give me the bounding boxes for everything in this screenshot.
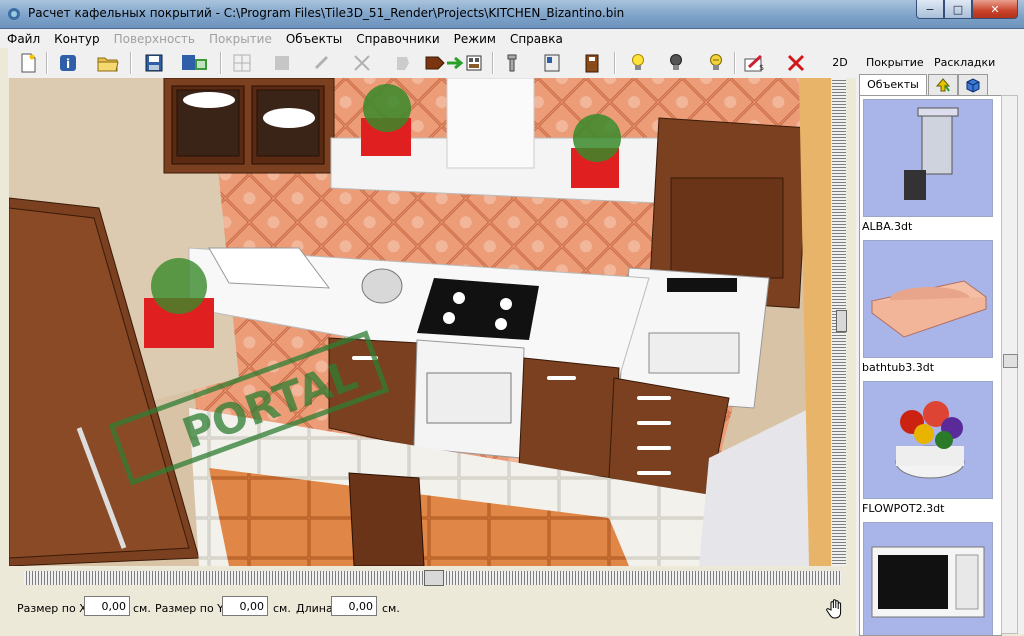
kitchen-render: PORTAL ™ [9, 78, 831, 566]
tile-layout-icon [270, 51, 294, 75]
hand-pan-icon[interactable] [826, 598, 846, 620]
minimize-button[interactable]: − [916, 0, 944, 19]
cabinet-object-icon[interactable] [540, 51, 564, 75]
render-viewport[interactable]: PORTAL ™ [9, 78, 831, 566]
object-panel: Покрытие Раскладки Объекты ALBA.3dt bath… [856, 48, 1024, 636]
menu-cover: Покрытие [208, 32, 272, 46]
scrollbar-thumb[interactable] [1003, 354, 1018, 368]
size-x-label: Размер по X [17, 602, 87, 615]
light-bulb-dim-icon[interactable] [704, 51, 728, 75]
open-folder-icon[interactable] [96, 51, 120, 75]
save-icon[interactable] [142, 51, 166, 75]
size-y-input[interactable] [222, 596, 268, 616]
menu-mode[interactable]: Режим [447, 29, 503, 48]
up-level-icon[interactable] [928, 74, 958, 96]
light-bulb-off-icon[interactable] [664, 51, 688, 75]
info-icon[interactable]: i [56, 51, 80, 75]
render-3d-icon[interactable] [424, 51, 484, 75]
vertical-slider-thumb[interactable] [836, 310, 847, 332]
view-2d-button[interactable]: 2D [828, 52, 852, 72]
window-title: Расчет кафельных покрытий - C:\Program F… [28, 6, 625, 20]
flowerpot-icon [863, 381, 993, 499]
tab-cover[interactable]: Покрытие [866, 56, 924, 69]
app-icon [8, 8, 20, 20]
size-y-label: Размер по Y [155, 602, 224, 615]
object-list: ALBA.3dt bathtub3.3dt FLOWPOT2.3dt [859, 95, 1002, 636]
size-bar: Размер по X см. Размер по Y см. Длина см… [0, 592, 856, 622]
menu-help[interactable]: Справка [503, 29, 570, 48]
menu-references[interactable]: Справочники [349, 29, 446, 48]
title-bar: Расчет кафельных покрытий - C:\Program F… [0, 0, 1024, 29]
shape-icon [390, 51, 414, 75]
object-list-scrollbar[interactable] [1001, 95, 1018, 634]
door-object-icon[interactable] [580, 51, 604, 75]
delete-icon[interactable] [784, 51, 808, 75]
length-input[interactable] [331, 596, 377, 616]
faucet-object-icon[interactable] [500, 51, 524, 75]
svg-text:i: i [66, 57, 70, 71]
grid-icon [230, 51, 254, 75]
close-button[interactable]: ✕ [972, 0, 1018, 19]
view-3d-icon[interactable] [958, 74, 988, 96]
calculate-icon[interactable]: $ [742, 51, 766, 75]
tab-objects[interactable]: Объекты [859, 74, 927, 95]
export-image-icon[interactable] [180, 51, 210, 75]
length-label: Длина [296, 602, 333, 615]
light-bulb-on-icon[interactable] [626, 51, 650, 75]
new-document-icon[interactable] [16, 51, 40, 75]
size-x-unit: см. [133, 602, 151, 615]
maximize-button[interactable]: □ [944, 0, 972, 19]
tab-layouts[interactable]: Раскладки [934, 56, 995, 69]
toolbar: i $ 2D [8, 48, 856, 78]
menu-bar: Файл Контур Поверхность Покрытие Объекты… [0, 29, 1024, 48]
list-item-label: ALBA.3dt [862, 220, 913, 233]
towel-holder-icon [863, 99, 993, 217]
svg-text:$: $ [759, 63, 764, 72]
menu-objects[interactable]: Объекты [279, 29, 349, 48]
menu-file[interactable]: Файл [0, 29, 47, 48]
length-unit: см. [382, 602, 400, 615]
list-item-label: FLOWPOT2.3dt [862, 502, 945, 515]
menu-surface: Поверхность [113, 32, 195, 46]
list-item-label: bathtub3.3dt [862, 361, 935, 374]
size-y-unit: см. [273, 602, 291, 615]
bathtub-icon [863, 240, 993, 358]
horizontal-slider-thumb[interactable] [424, 570, 444, 586]
microwave-icon [863, 522, 993, 635]
delete-tile-icon [350, 51, 374, 75]
size-x-input[interactable] [84, 596, 130, 616]
menu-contour[interactable]: Контур [47, 29, 106, 48]
tile-rotate-icon [310, 51, 334, 75]
